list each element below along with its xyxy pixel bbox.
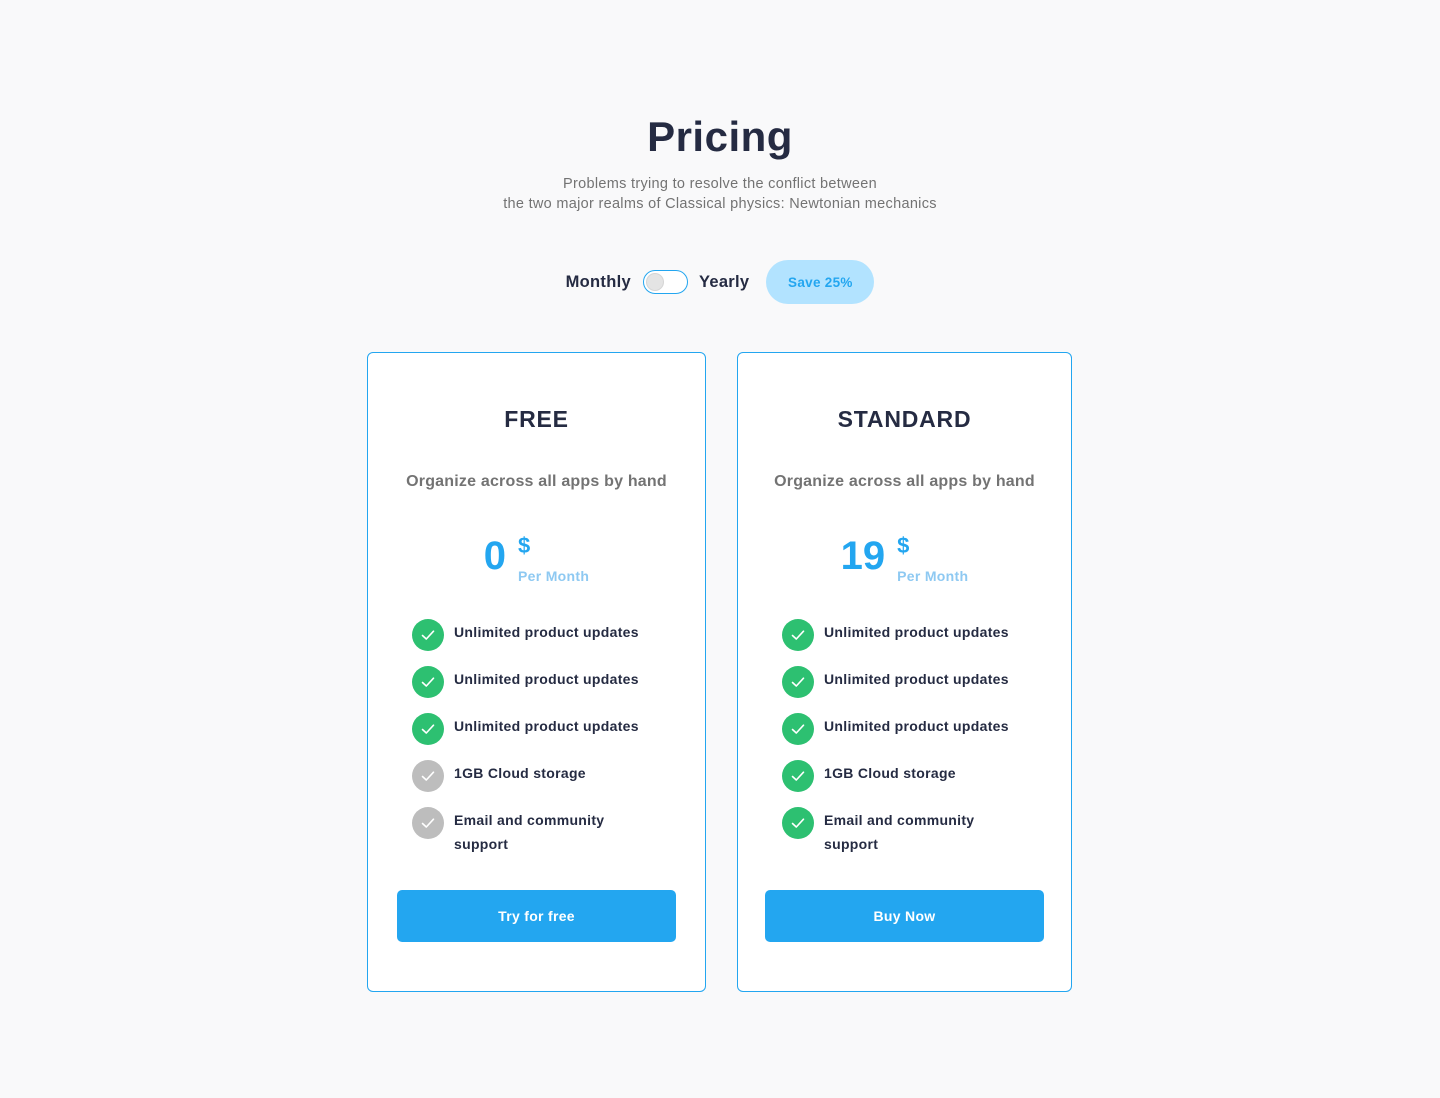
pricing-card-free: FREE Organize across all apps by hand 0 … [367,352,706,992]
billing-toggle[interactable] [642,270,688,294]
feature-text: Unlimited product updates [454,624,639,640]
feature-text: Email and community support [824,812,975,852]
save-badge: Save 25% [766,260,875,304]
pricing-header: Pricing Problems trying to resolve the c… [0,112,1440,214]
feature-text: Email and community support [454,812,605,852]
check-circle-icon [412,760,444,792]
check-circle-icon [782,619,814,651]
check-circle-icon [782,666,814,698]
feature-text: Unlimited product updates [454,718,639,734]
price-currency: $ [897,533,910,558]
toggle-knob [646,273,665,291]
plan-description: Organize across all apps by hand [774,473,1035,490]
feature-item: Unlimited product updates [782,666,1041,698]
price-amount: 19 [840,534,886,578]
plan-name: STANDARD [837,406,972,432]
price-period: Per Month [518,568,590,584]
price-amount: 0 [483,534,507,578]
pricing-card-standard: STANDARD Organize across all apps by han… [737,352,1072,992]
feature-list: Unlimited product updates Unlimited produ… [412,619,675,871]
feature-item: Unlimited product updates [782,619,1041,651]
subtitle-line-1: Problems trying to resolve the conflict … [563,176,877,192]
feature-item: Unlimited product updates [782,713,1041,745]
buy-now-button[interactable]: Buy Now [765,890,1044,942]
feature-list: Unlimited product updates Unlimited produ… [782,619,1041,871]
feature-text: Unlimited product updates [824,671,1009,687]
feature-text: 1GB Cloud storage [824,765,956,781]
feature-text: Unlimited product updates [824,624,1009,640]
check-circle-icon [782,760,814,792]
price-period: Per Month [897,568,969,584]
page-title: Pricing [647,113,793,160]
check-circle-icon [412,807,444,839]
yearly-label[interactable]: Yearly [699,273,749,292]
feature-item: 1GB Cloud storage [412,760,675,792]
check-circle-icon [782,807,814,839]
billing-period-switch: Monthly Yearly Save 25% [0,260,1440,304]
feature-item: Unlimited product updates [412,713,675,745]
try-for-free-button[interactable]: Try for free [397,890,676,942]
feature-text: Unlimited product updates [824,718,1009,734]
page-subtitle: Problems trying to resolve the conflict … [0,174,1440,214]
price-currency: $ [518,533,531,558]
feature-item: Email and community support [412,807,675,856]
check-circle-icon [782,713,814,745]
price-block: 0 $ Per Month [368,531,705,585]
feature-item: Unlimited product updates [412,619,675,651]
check-circle-icon [412,666,444,698]
price-block: 19 $ Per Month [738,531,1071,585]
plan-name: FREE [504,406,569,432]
feature-text: Unlimited product updates [454,671,639,687]
monthly-label[interactable]: Monthly [566,273,631,292]
feature-item: 1GB Cloud storage [782,760,1041,792]
price-meta: $ Per Month [897,531,968,585]
feature-item: Email and community support [782,807,1041,856]
price-meta: $ Per Month [518,531,589,585]
plan-description: Organize across all apps by hand [406,473,667,490]
subtitle-line-2: the two major realms of Classical physic… [503,196,937,212]
feature-item: Unlimited product updates [412,666,675,698]
check-circle-icon [412,619,444,651]
feature-text: 1GB Cloud storage [454,765,586,781]
check-circle-icon [412,713,444,745]
